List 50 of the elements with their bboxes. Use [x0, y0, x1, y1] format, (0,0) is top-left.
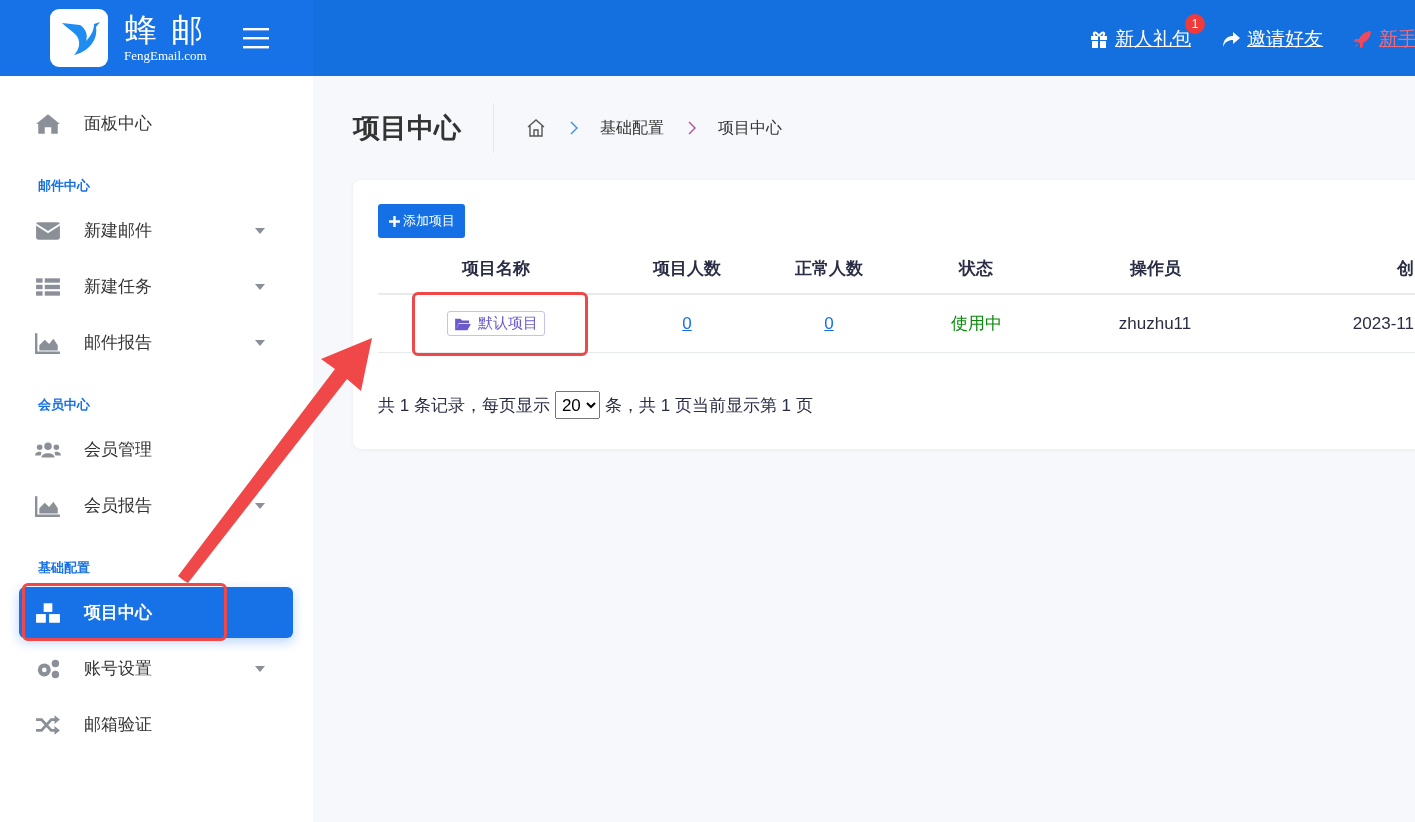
share-icon [1221, 29, 1241, 49]
column-header: 操作员 [1129, 259, 1181, 278]
page-title: 项目中心 [353, 103, 494, 153]
table-cell: zhuzhu11 [1118, 313, 1192, 333]
table-cell: 2023-11 [1352, 313, 1414, 333]
sidebar-item[interactable]: 会员报告 [19, 480, 293, 531]
status-text: 使用中 [950, 314, 1002, 333]
sidebar-item[interactable]: 账号设置 [19, 643, 293, 694]
area-chart-icon [35, 331, 61, 354]
list-icon [35, 275, 61, 298]
add-project-button[interactable]: 添加项目 [378, 204, 465, 238]
sidebar-item[interactable]: 会员管理 [19, 424, 293, 475]
page-size-select[interactable]: 20 [554, 391, 600, 419]
sidebar-item[interactable]: 新建邮件 [19, 205, 293, 256]
column-header: 状态 [959, 259, 993, 278]
sidebar-item[interactable]: 面板中心 [19, 98, 293, 149]
sidebar-section-title: 邮件中心 [37, 177, 91, 195]
pagination-text: 共 1 条记录，每页显示 [378, 394, 550, 417]
area-chart-icon [35, 494, 61, 517]
chevron-icon [570, 121, 578, 135]
header-link[interactable]: 邀请好友 [1247, 26, 1323, 52]
column-header: 项目名称 [462, 259, 530, 278]
sidebar-item[interactable]: 邮箱验证 [19, 699, 293, 750]
sidebar-section-title: 基础配置 [37, 559, 91, 577]
sidebar-item[interactable]: 邮件报告 [19, 317, 293, 368]
project-tag[interactable]: 默认项目 [447, 311, 545, 336]
gift-icon [1089, 29, 1109, 49]
folder-icon [454, 316, 472, 331]
home-icon [35, 112, 61, 135]
home-icon[interactable] [526, 118, 546, 138]
envelope-icon [35, 219, 61, 242]
breadcrumb-item: 项目中心 [718, 117, 782, 138]
boxes-icon [35, 601, 61, 624]
brand-domain: FengEmail.com [124, 48, 207, 64]
sidebar-section-title: 会员中心 [37, 396, 91, 414]
column-header: 正常人数 [795, 259, 863, 278]
breadcrumb-item[interactable]: 基础配置 [600, 117, 664, 139]
column-header: 创 [1397, 259, 1414, 278]
bird-logo-icon [50, 9, 108, 67]
plus-icon [389, 215, 400, 227]
normal-count-link[interactable]: 0 [824, 313, 834, 333]
chevron-icon [688, 121, 696, 135]
brand-name: 蜂 邮 [125, 12, 206, 48]
member-count-link[interactable]: 0 [682, 313, 692, 333]
menu-button[interactable] [240, 25, 271, 51]
sidebar-item[interactable]: 新建任务 [19, 261, 293, 312]
pagination-text: 条，共 1 页当前显示第 1 页 [604, 394, 813, 417]
shuffle-icon [35, 713, 61, 736]
column-header: 项目人数 [653, 259, 721, 278]
rocket-icon [1353, 29, 1373, 49]
